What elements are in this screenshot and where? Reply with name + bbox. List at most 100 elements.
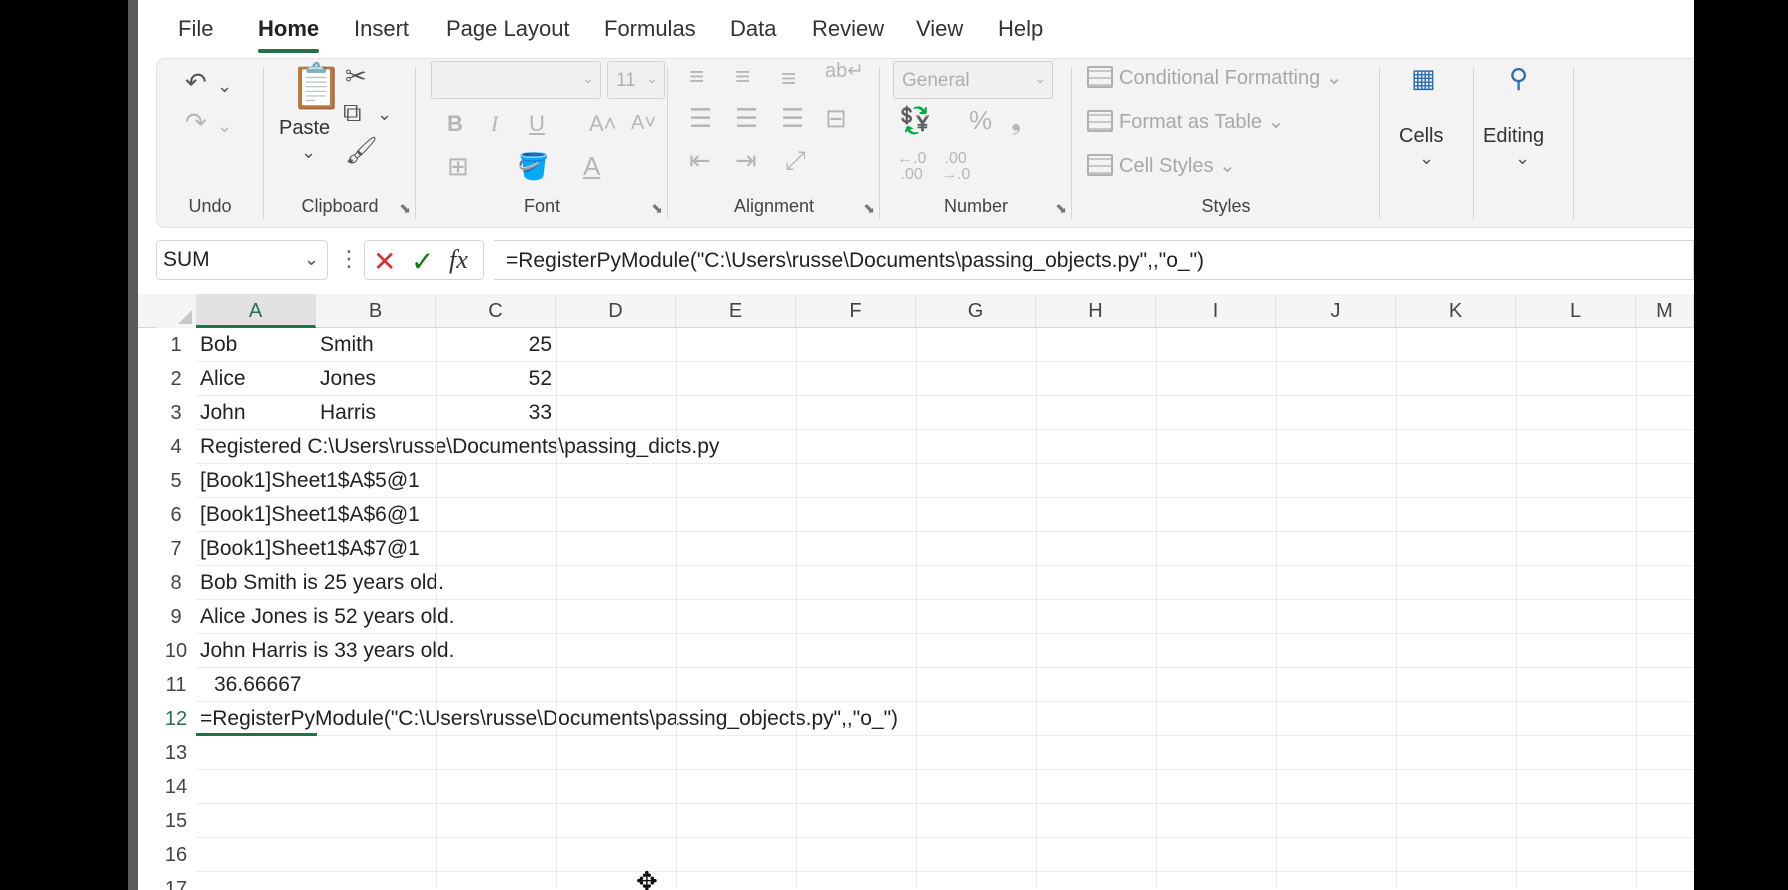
editing-button[interactable]: Editing [1483,125,1544,148]
cell-a[interactable]: [Book1]Sheet1$A$6@1 [196,498,420,532]
cell-c[interactable]: 33 [436,396,556,430]
paste-dropdown-icon[interactable]: ⌄ [301,143,316,161]
underline-icon[interactable]: U [529,113,545,135]
cell-b[interactable] [316,566,320,600]
align-center-icon[interactable]: ☰ [735,105,758,131]
currency-icon[interactable]: 💱 [899,107,931,133]
orientation-icon[interactable]: ⤢ [785,147,806,173]
cell-b[interactable]: Smith [316,328,374,362]
conditional-formatting-button[interactable]: Conditional Formatting ⌄ [1087,65,1343,90]
row-header[interactable]: 15 [156,804,196,838]
cell-c[interactable] [436,430,556,464]
cell-b[interactable] [316,872,320,890]
increase-indent-icon[interactable]: ⇥ [735,147,757,173]
row-header[interactable]: 10 [156,634,196,668]
cell-c[interactable] [436,566,556,600]
percent-icon[interactable]: % [969,107,992,133]
cell-a[interactable]: [Book1]Sheet1$A$7@1 [196,532,420,566]
paste-icon[interactable]: 📋 [289,65,344,109]
cell-a[interactable] [196,736,200,770]
align-top-icon[interactable]: ≡ [689,63,704,89]
row-header[interactable]: 13 [156,736,196,770]
tab-file[interactable]: File [178,16,213,42]
cell-b[interactable] [316,464,320,498]
column-header-l[interactable]: L [1516,294,1636,328]
column-header-c[interactable]: C [436,294,556,328]
cell-a[interactable]: Alice [196,362,246,396]
column-header-g[interactable]: G [916,294,1036,328]
redo-icon[interactable]: ↷ [185,109,207,135]
column-header-f[interactable]: F [796,294,916,328]
comma-style-icon[interactable]: ❟ [1011,107,1021,133]
row-header[interactable]: 16 [156,838,196,872]
enter-icon[interactable]: ✓ [411,245,434,278]
cell-c[interactable] [436,464,556,498]
cut-icon[interactable]: ✂ [345,63,367,89]
bold-icon[interactable]: B [447,113,463,135]
number-launcher-icon[interactable]: ⬊ [1055,200,1067,217]
cell-b[interactable] [316,498,320,532]
cell-a[interactable]: Bob [196,328,237,362]
cell-b[interactable] [316,600,320,634]
cell-b[interactable] [316,668,320,702]
align-left-icon[interactable]: ☰ [689,105,712,131]
cell-a[interactable] [196,872,200,890]
row-header[interactable]: 17 [156,872,196,890]
align-middle-icon[interactable]: ≡ [735,63,750,89]
row-header[interactable]: 9 [156,600,196,634]
cell-c[interactable]: 52 [436,362,556,396]
font-size-dropdown[interactable]: 11 ⌄ [607,61,665,99]
increase-decimal-icon[interactable]: ←.0.00 [897,151,926,183]
editing-group[interactable]: ⚲ Editing ⌄ [1475,59,1573,229]
decrease-font-icon[interactable]: A˅ [631,113,656,133]
tab-formulas[interactable]: Formulas [604,16,696,42]
column-header-i[interactable]: I [1156,294,1276,328]
row-header[interactable]: 6 [156,498,196,532]
column-header-d[interactable]: D [556,294,676,328]
undo-dropdown-icon[interactable]: ⌄ [217,77,232,95]
cell-b[interactable] [316,770,320,804]
cell-c[interactable] [436,770,556,804]
cell-c[interactable]: 25 [436,328,556,362]
cell-b[interactable] [316,430,320,464]
cell-c[interactable] [436,804,556,838]
cell-b[interactable]: Harris [316,396,376,430]
cell-b[interactable] [316,838,320,872]
cell-a[interactable]: John [196,396,246,430]
decrease-decimal-icon[interactable]: .00 →.0 [941,151,970,183]
column-header-a[interactable]: A [196,294,316,328]
row-header[interactable]: 1 [156,328,196,362]
cell-styles-button[interactable]: Cell Styles ⌄ [1087,153,1236,178]
align-right-icon[interactable]: ☰ [781,105,804,131]
cell-a[interactable] [196,838,200,872]
copy-icon[interactable]: ⧉ [343,99,362,125]
paste-button[interactable]: Paste [279,117,330,140]
cell-c[interactable] [436,498,556,532]
cell-c[interactable] [436,532,556,566]
wrap-text-icon[interactable]: ab↵ [825,61,864,81]
cell-b[interactable]: Jones [316,362,376,396]
cell-b[interactable] [316,736,320,770]
cell-c[interactable] [436,600,556,634]
tab-help[interactable]: Help [998,16,1043,42]
borders-icon[interactable]: ⊞ [447,153,469,179]
cell-c[interactable] [436,634,556,668]
cell-a[interactable]: [Book1]Sheet1$A$5@1 [196,464,420,498]
chevron-down-icon[interactable]: ⌄ [1419,149,1434,167]
cell-b[interactable] [316,634,320,668]
column-header-e[interactable]: E [676,294,796,328]
column-header-k[interactable]: K [1396,294,1516,328]
column-header-j[interactable]: J [1276,294,1396,328]
italic-icon[interactable]: I [491,113,498,135]
tab-view[interactable]: View [916,16,963,42]
cell-a[interactable] [196,770,200,804]
cells-button[interactable]: Cells [1399,125,1443,148]
search-icon[interactable]: ⚲ [1509,65,1528,91]
column-header-m[interactable]: M [1636,294,1694,328]
select-all-button[interactable] [156,294,196,328]
tab-insert[interactable]: Insert [354,16,409,42]
cell-a[interactable]: 36.66667 [196,668,302,702]
name-box[interactable]: SUM ⌄ [156,240,328,280]
clipboard-launcher-icon[interactable]: ⬊ [399,200,411,217]
cell-a[interactable] [196,804,200,838]
